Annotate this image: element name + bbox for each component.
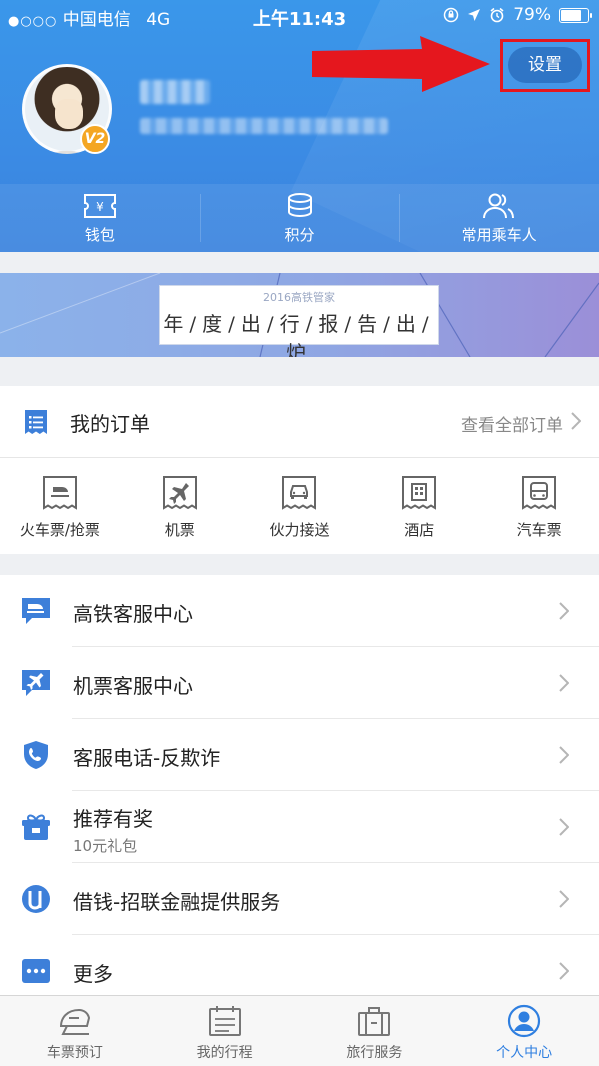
banner-subtitle: 2016高铁管家 [263, 291, 335, 304]
battery-percent: 79% [513, 5, 551, 25]
gift-icon [22, 814, 50, 840]
service-menu: 高铁客服中心 机票客服中心 客服电话-反欺诈 推荐有奖 10元礼包 借钱-招联金… [0, 575, 599, 995]
tab-ticket-booking[interactable]: 车票预订 [0, 996, 150, 1066]
banner-card: 2016高铁管家 年/度/出/行/报/告/出/炉 [159, 285, 439, 357]
train-tab-icon [59, 1008, 90, 1035]
wallet-icon: ¥ [83, 193, 116, 218]
plane-ticket-icon [162, 476, 197, 510]
menu-item-label: 机票客服中心 [73, 674, 193, 698]
alarm-icon [490, 7, 504, 23]
blurred-username [140, 80, 210, 104]
order-type-hotel[interactable]: 酒店 [359, 458, 479, 554]
quick-item-label: 常用乘车人 [461, 225, 537, 244]
menu-item-label: 高铁客服中心 [73, 602, 193, 626]
order-type-flight[interactable]: 机票 [120, 458, 240, 554]
shield-phone-icon [24, 741, 48, 769]
menu-item-anti-fraud[interactable]: 客服电话-反欺诈 [0, 719, 599, 791]
svg-text:¥: ¥ [96, 200, 104, 214]
my-orders-row[interactable]: 我的订单 查看全部订单 [0, 386, 599, 458]
location-arrow-icon [468, 9, 481, 21]
menu-item-train-service[interactable]: 高铁客服中心 [0, 575, 599, 647]
plane-service-icon [22, 670, 50, 696]
order-types: 火车票/抢票 机票 伙力接送 酒店 汽车票 [0, 458, 599, 554]
quick-bar: ¥ 钱包 积分 常用乘车人 [0, 184, 599, 252]
order-type-label: 火车票/抢票 [19, 521, 100, 539]
itinerary-tab-icon [208, 1006, 241, 1036]
chevron-right-icon [571, 412, 581, 430]
chevron-right-icon [559, 818, 569, 836]
profile-header: ●○○○ 中国电信 4G 上午11:43 79% V2 设置 ¥ 钱包 积分 常… [0, 0, 599, 252]
tab-travel-services[interactable]: 旅行服务 [300, 996, 450, 1066]
avatar-face [55, 99, 83, 129]
chevron-right-icon [559, 602, 569, 620]
profile-tab-icon [508, 1004, 541, 1038]
orders-section: 我的订单 查看全部订单 火车票/抢票 机票 伙力接送 酒店 汽车票 [0, 386, 599, 554]
order-type-label: 伙力接送 [269, 521, 330, 539]
train-ticket-icon [42, 476, 77, 510]
passengers-icon [483, 193, 515, 218]
quick-item-passengers[interactable]: 常用乘车人 [399, 184, 599, 252]
bottom-tab-bar: 车票预订 我的行程 旅行服务 个人中心 [0, 995, 599, 1066]
order-type-label: 酒店 [404, 521, 435, 539]
tab-personal-center[interactable]: 个人中心 [449, 996, 599, 1066]
chevron-right-icon [559, 890, 569, 908]
menu-item-label: 推荐有奖 [73, 807, 153, 831]
quick-item-label: 积分 [284, 225, 315, 244]
coins-icon [287, 192, 312, 217]
order-list-icon [25, 410, 47, 434]
status-right: 79% [443, 5, 592, 25]
blurred-account-info [140, 118, 388, 134]
status-bar: ●○○○ 中国电信 4G 上午11:43 79% [0, 0, 599, 32]
tab-label: 个人中心 [496, 1045, 553, 1061]
menu-item-sublabel: 10元礼包 [73, 837, 138, 855]
order-type-pickup[interactable]: 伙力接送 [240, 458, 360, 554]
tab-label: 车票预订 [46, 1045, 103, 1061]
suitcase-tab-icon [358, 1007, 391, 1036]
battery-icon [559, 7, 592, 23]
tab-my-itinerary[interactable]: 我的行程 [150, 996, 300, 1066]
order-type-bus[interactable]: 汽车票 [479, 458, 599, 554]
menu-item-label: 更多 [73, 962, 113, 986]
more-icon [22, 959, 50, 983]
annual-report-banner[interactable]: 2016高铁管家 年/度/出/行/报/告/出/炉 [0, 273, 599, 357]
level-badge: V2 [80, 124, 110, 154]
order-type-label: 汽车票 [516, 521, 562, 539]
menu-item-flight-service[interactable]: 机票客服中心 [0, 647, 599, 719]
settings-button[interactable]: 设置 [508, 47, 582, 83]
red-arrow-annotation [312, 36, 490, 92]
tab-label: 旅行服务 [346, 1045, 403, 1061]
quick-item-points[interactable]: 积分 [199, 184, 400, 252]
bus-ticket-icon [522, 476, 557, 510]
quick-item-label: 钱包 [84, 225, 115, 244]
battery-level [561, 9, 581, 21]
chevron-right-icon [559, 962, 569, 980]
menu-item-referral[interactable]: 推荐有奖 10元礼包 [0, 791, 599, 863]
car-pickup-icon [282, 476, 317, 510]
chevron-right-icon [559, 746, 569, 764]
menu-item-loan[interactable]: 借钱-招联金融提供服务 [0, 863, 599, 935]
menu-item-label: 客服电话-反欺诈 [73, 746, 221, 770]
my-orders-title: 我的订单 [70, 412, 150, 436]
train-service-icon [22, 598, 50, 624]
order-type-train[interactable]: 火车票/抢票 [0, 458, 120, 554]
order-type-label: 机票 [164, 521, 195, 539]
chevron-right-icon [559, 674, 569, 692]
loan-icon [22, 885, 50, 913]
quick-item-wallet[interactable]: ¥ 钱包 [0, 184, 200, 252]
banner-title: 年/度/出/行/报/告/出/炉 [163, 312, 435, 357]
menu-item-label: 借钱-招联金融提供服务 [73, 890, 281, 914]
hotel-icon [402, 476, 437, 510]
rotation-lock-icon [443, 7, 459, 23]
view-all-orders-link[interactable]: 查看全部订单 [461, 411, 563, 436]
tab-label: 我的行程 [196, 1045, 253, 1061]
